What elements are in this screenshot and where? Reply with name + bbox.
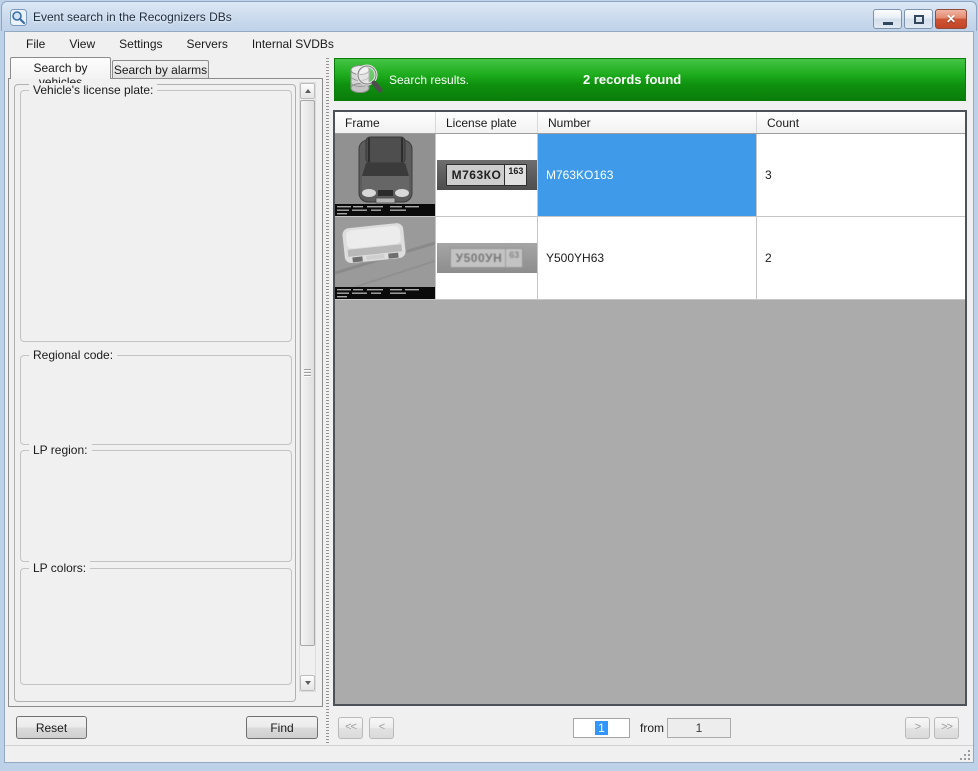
minimize-icon [883, 22, 893, 25]
left-panel-scrollbar[interactable] [299, 82, 316, 692]
reset-button[interactable]: Reset [16, 716, 87, 739]
column-header-count[interactable]: Count [757, 112, 965, 133]
lp-colors-group-title: LP colors: [29, 561, 90, 575]
frame-cell[interactable] [335, 217, 436, 299]
results-banner: Search results. 2 records found [334, 58, 966, 101]
vehicle-frame-image [335, 217, 435, 299]
scrollbar-thumb[interactable] [300, 100, 315, 646]
titlebar[interactable]: Event search in the Recognizers DBs ✕ [1, 1, 977, 31]
menubar: File View Settings Servers Internal SVDB… [5, 33, 973, 56]
license-plate-group: Vehicle's license plate: [20, 90, 292, 342]
license-plate-group-title: Vehicle's license plate: [29, 83, 157, 97]
close-icon: ✕ [946, 13, 956, 25]
vehicle-frame-image [335, 134, 435, 216]
results-table: Frame License plate Number Count [333, 110, 967, 706]
close-button[interactable]: ✕ [935, 9, 967, 29]
next-page-button[interactable]: > [905, 717, 930, 739]
menu-settings[interactable]: Settings [107, 33, 174, 56]
first-page-button[interactable]: << [338, 717, 363, 739]
maximize-icon [914, 15, 924, 24]
app-magnifier-icon [10, 9, 27, 26]
from-label: from [640, 721, 664, 735]
license-plate-cell[interactable]: У500УН 63 [436, 217, 538, 299]
banner-status-text: Search results. [389, 73, 469, 87]
table-row[interactable]: М763КО 163 M763KO163 3 [335, 134, 965, 217]
statusbar [5, 745, 973, 762]
plate-region-text: 163 [504, 165, 526, 185]
application-window: { "window": { "title": "Event search in … [0, 0, 978, 771]
table-header: Frame License plate Number Count [335, 112, 965, 134]
scroll-up-button[interactable] [300, 83, 315, 99]
license-plate-cell[interactable]: М763КО 163 [436, 134, 538, 216]
search-database-icon [345, 62, 385, 100]
total-pages-box: 1 [667, 718, 731, 738]
regional-code-group: Regional code: [20, 355, 292, 445]
column-header-license-plate[interactable]: License plate [436, 112, 538, 133]
last-page-button[interactable]: >> [934, 717, 959, 739]
column-header-frame[interactable]: Frame [335, 112, 436, 133]
arrow-down-icon [305, 681, 311, 685]
find-button[interactable]: Find [246, 716, 318, 739]
window-controls: ✕ [871, 9, 967, 29]
plate-image: У500УН 63 [437, 243, 537, 273]
lp-region-group: LP region: [20, 450, 292, 562]
lp-region-group-title: LP region: [29, 443, 92, 457]
minimize-button[interactable] [873, 9, 902, 29]
scroll-down-button[interactable] [300, 675, 315, 691]
menu-file[interactable]: File [14, 33, 57, 56]
column-header-number[interactable]: Number [538, 112, 757, 133]
plate-region-text: 63 [505, 249, 522, 267]
plate-number-text: У500УН [451, 251, 506, 265]
menu-servers[interactable]: Servers [175, 33, 240, 56]
banner-count-text: 2 records found [583, 72, 681, 87]
count-cell[interactable]: 2 [757, 217, 965, 299]
arrow-up-icon [305, 89, 311, 93]
tab-search-by-alarms[interactable]: Search by alarms [112, 60, 209, 79]
number-cell-selected[interactable]: M763KO163 [538, 134, 757, 216]
count-cell[interactable]: 3 [757, 134, 965, 216]
previous-page-button[interactable]: < [369, 717, 394, 739]
table-row[interactable]: У500УН 63 Y500YH63 2 [335, 217, 965, 300]
thumb-grip-icon [304, 369, 311, 377]
maximize-button[interactable] [904, 9, 933, 29]
resize-grip[interactable] [959, 749, 971, 761]
lp-colors-group: LP colors: [20, 568, 292, 685]
number-cell[interactable]: Y500YH63 [538, 217, 757, 299]
window-title: Event search in the Recognizers DBs [33, 10, 232, 24]
plate-number-text: М763КО [447, 168, 505, 182]
tab-search-by-vehicles[interactable]: Search by vehicles [10, 57, 111, 79]
regional-code-group-title: Regional code: [29, 348, 117, 362]
panel-splitter[interactable] [326, 58, 329, 745]
page-number-value: 1 [595, 721, 608, 735]
plate-image: М763КО 163 [437, 160, 537, 190]
menu-internal-svdbs[interactable]: Internal SVDBs [240, 33, 346, 56]
frame-cell[interactable] [335, 134, 436, 216]
page-number-input[interactable]: 1 [573, 718, 630, 738]
menu-view[interactable]: View [57, 33, 107, 56]
